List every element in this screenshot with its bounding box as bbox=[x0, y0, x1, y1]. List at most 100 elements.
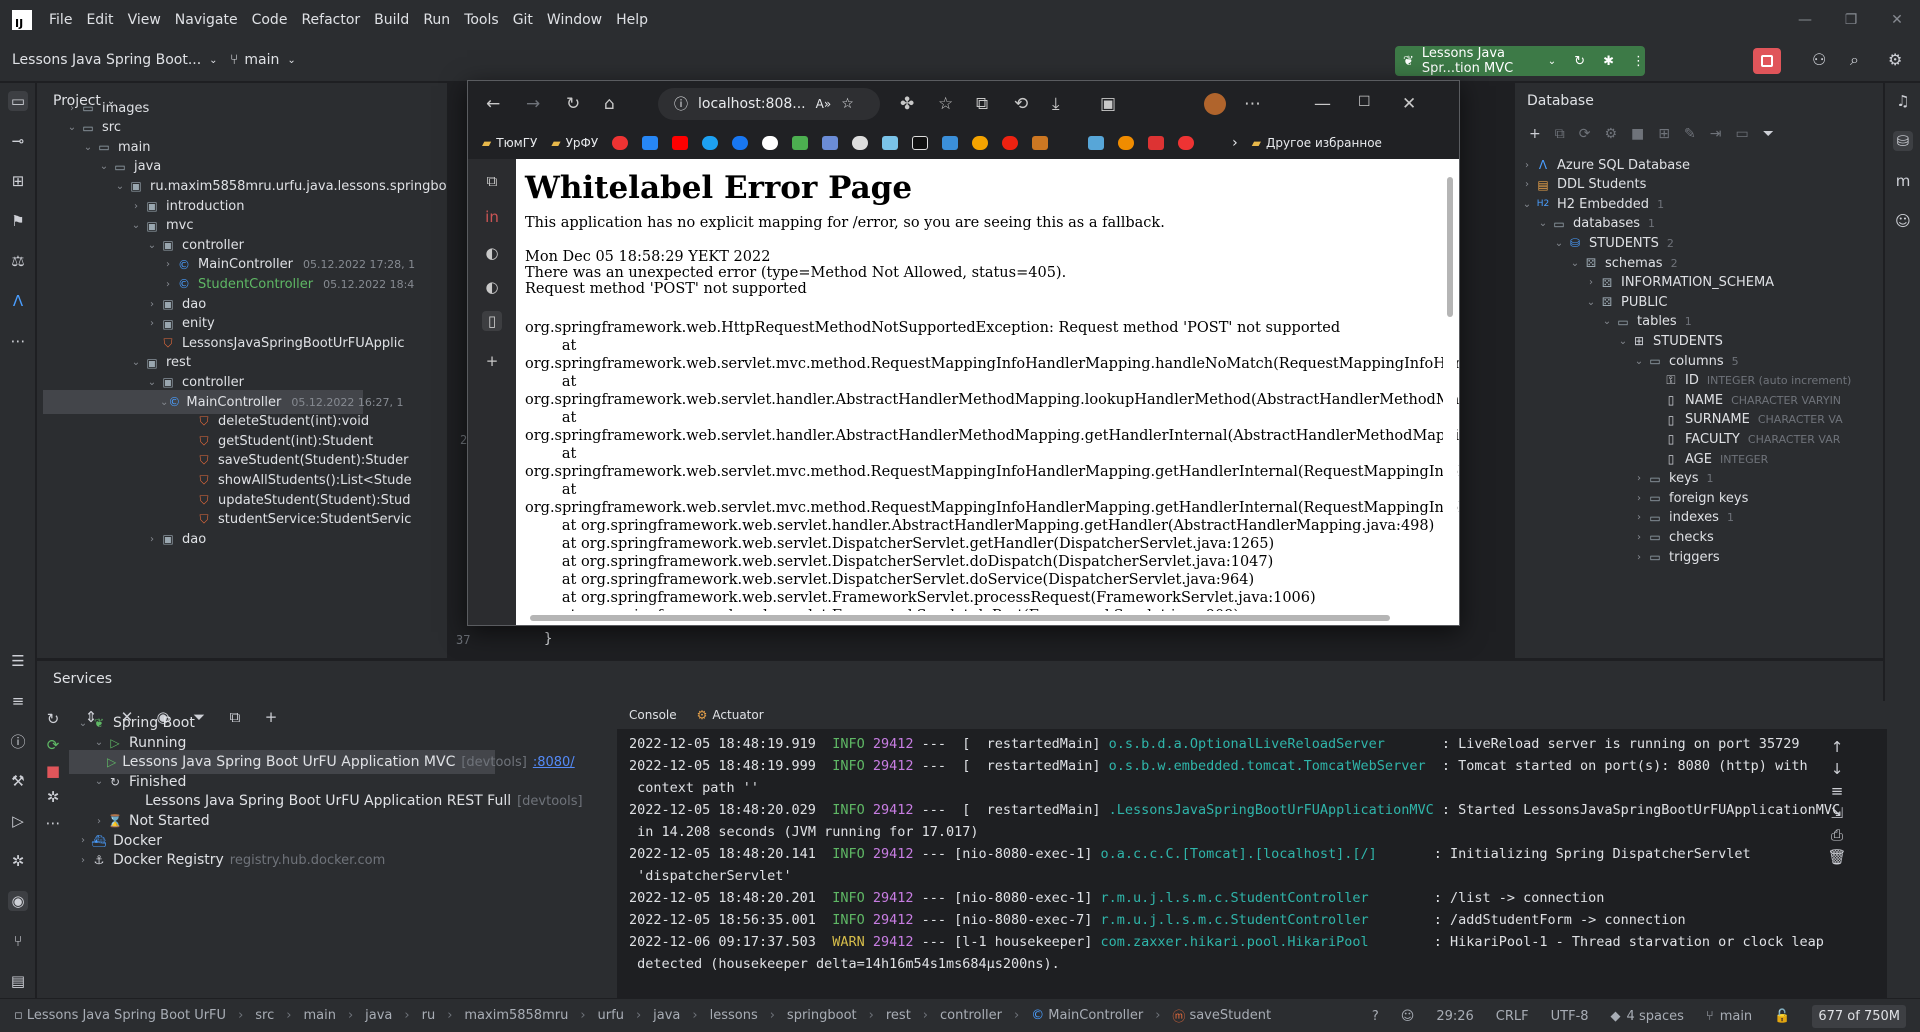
close-icon[interactable]: ✕ bbox=[1402, 94, 1416, 114]
favicon-d-icon[interactable] bbox=[942, 136, 959, 150]
favicon-star-icon[interactable] bbox=[1178, 136, 1195, 150]
favicon-docs-icon[interactable] bbox=[822, 136, 839, 150]
breadcrumb-item[interactable]: main bbox=[303, 1008, 335, 1023]
favicon-facebook-icon[interactable] bbox=[732, 136, 749, 150]
breadcrumb-item[interactable]: maxim5858mru bbox=[464, 1008, 568, 1023]
debug-tool-icon[interactable]: ✲ bbox=[8, 851, 28, 871]
tab-console[interactable]: Console bbox=[629, 708, 677, 722]
menu-tools[interactable]: Tools bbox=[464, 12, 499, 28]
add-tab-icon[interactable]: + bbox=[482, 351, 502, 371]
screenshot-icon[interactable]: ▣ bbox=[1100, 94, 1116, 114]
structure-icon[interactable]: ⊞ bbox=[8, 171, 28, 191]
favicon-gift-icon[interactable] bbox=[1148, 136, 1165, 150]
close-icon[interactable]: ✕ bbox=[1874, 0, 1920, 40]
caret-position[interactable]: 29:26 bbox=[1436, 1009, 1473, 1024]
read-aloud-icon[interactable]: A» bbox=[816, 97, 832, 111]
breadcrumb-item[interactable]: src bbox=[255, 1008, 274, 1023]
indent-setting[interactable]: ◆ 4 spaces bbox=[1611, 1009, 1684, 1024]
jump-icon[interactable]: ⇥ bbox=[1710, 126, 1722, 142]
vertical-scrollbar[interactable] bbox=[1443, 159, 1457, 625]
menu-code[interactable]: Code bbox=[252, 12, 288, 28]
learn-icon[interactable]: ⚖ bbox=[8, 251, 28, 271]
lock-icon[interactable]: 🔓 bbox=[1774, 1009, 1790, 1024]
breadcrumb-item[interactable]: springboot bbox=[787, 1008, 857, 1023]
restore-icon[interactable]: ❐ bbox=[1828, 0, 1874, 40]
menu-refactor[interactable]: Refactor bbox=[301, 12, 360, 28]
minimize-icon[interactable]: — bbox=[1782, 0, 1828, 40]
db-tree-item[interactable]: › ▭ triggers bbox=[1631, 545, 1720, 569]
git-tool-icon[interactable]: ⑂ bbox=[8, 931, 28, 951]
gear-icon[interactable]: ⚙ bbox=[1888, 50, 1902, 69]
table-icon[interactable]: ⊞ bbox=[1658, 126, 1670, 142]
service-tree-item[interactable]: › ⚓ Docker Registry registry.hub.docker.com bbox=[75, 848, 385, 872]
console-log[interactable]: 2022-12-05 18:48:19.919 INFO 29412 --- [… bbox=[629, 733, 1840, 975]
menu-file[interactable]: File bbox=[49, 12, 72, 28]
scroll-to-end-icon[interactable]: ⇲ bbox=[1827, 803, 1847, 823]
rerun-icon[interactable]: ↻ bbox=[43, 709, 63, 729]
info-icon[interactable]: ⓘ bbox=[674, 94, 688, 114]
github-icon[interactable]: ◐ bbox=[482, 277, 502, 297]
copilot-status-icon[interactable]: ☺ bbox=[1401, 1009, 1415, 1024]
build-icon[interactable]: ⚒ bbox=[8, 771, 28, 791]
menu-view[interactable]: View bbox=[128, 12, 161, 28]
properties-icon[interactable]: ⚙ bbox=[1604, 126, 1617, 142]
rerun-icon[interactable]: ↻ bbox=[1574, 54, 1585, 69]
breadcrumb-item[interactable]: java bbox=[653, 1008, 680, 1023]
copy-icon[interactable]: ⧉ bbox=[1555, 126, 1565, 142]
menu-git[interactable]: Git bbox=[513, 12, 533, 28]
favicon-cloud-icon[interactable] bbox=[1088, 136, 1105, 150]
project-tree-item[interactable]: › ▣ dao bbox=[144, 527, 206, 551]
reload-icon[interactable]: ↻ bbox=[566, 94, 580, 114]
menu-navigate[interactable]: Navigate bbox=[175, 12, 238, 28]
project-selector[interactable]: Lessons Java Spring Boot... ⌄ bbox=[12, 52, 218, 68]
minimize-icon[interactable]: — bbox=[1314, 94, 1331, 114]
menu-run[interactable]: Run bbox=[423, 12, 450, 28]
print-icon[interactable]: ⎙ bbox=[1827, 825, 1847, 845]
favorite-folder-urfu[interactable]: ▰ УрФУ bbox=[551, 136, 598, 150]
clear-icon[interactable]: 🗑 bbox=[1827, 847, 1847, 867]
favicon-play-icon[interactable] bbox=[1002, 136, 1019, 150]
avatar[interactable] bbox=[1204, 93, 1226, 115]
favicon-yandex-icon[interactable] bbox=[612, 136, 629, 150]
favicon-orange-icon[interactable] bbox=[972, 136, 989, 150]
stop-button[interactable] bbox=[1753, 48, 1781, 74]
history-icon[interactable]: ⟲ bbox=[1014, 94, 1028, 114]
github-icon[interactable]: ◐ bbox=[482, 243, 502, 263]
debug-icon[interactable]: ✲ bbox=[43, 787, 63, 807]
downloads-icon[interactable]: ⤓ bbox=[1052, 94, 1060, 114]
stop-icon[interactable]: ■ bbox=[43, 761, 63, 781]
tab-actuator[interactable]: ⚙ Actuator bbox=[697, 708, 764, 722]
more-icon[interactable]: ⋯ bbox=[1244, 94, 1261, 114]
other-favorites-folder[interactable]: ▰ Другое избранное bbox=[1252, 136, 1382, 150]
git-branch-status[interactable]: ⑂ main bbox=[1706, 1009, 1752, 1024]
favicon-m-icon[interactable] bbox=[912, 136, 929, 150]
breadcrumb-item[interactable]: lessons bbox=[710, 1008, 758, 1023]
service-port-link[interactable]: :8080/ bbox=[533, 755, 575, 770]
chevron-right-icon[interactable]: › bbox=[1232, 135, 1238, 151]
add-icon[interactable]: + bbox=[1529, 126, 1541, 142]
search-icon[interactable]: ⌕ bbox=[1850, 50, 1859, 70]
maven-icon[interactable]: m bbox=[1893, 171, 1913, 191]
back-icon[interactable]: ← bbox=[486, 94, 500, 114]
run-icon[interactable]: ▷ bbox=[8, 811, 28, 831]
edit-icon[interactable]: ✎ bbox=[1684, 126, 1696, 142]
address-bar[interactable]: ⓘ localhost:808... A» ☆ bbox=[658, 88, 880, 120]
favicon-k-icon[interactable] bbox=[1032, 136, 1049, 150]
refresh-icon[interactable]: ⟳ bbox=[1579, 126, 1591, 142]
favicon-youtube-icon[interactable] bbox=[672, 136, 689, 150]
project-tool-icon[interactable]: ▭ bbox=[8, 91, 28, 111]
services-tool-icon[interactable]: ◉ bbox=[8, 891, 28, 911]
problems-icon[interactable]: ⓘ bbox=[8, 731, 28, 751]
menu-build[interactable]: Build bbox=[374, 12, 409, 28]
debug-icon[interactable]: ✱ bbox=[1603, 54, 1614, 69]
linkedin-icon[interactable]: in bbox=[482, 207, 502, 227]
extensions-icon[interactable]: ✤ bbox=[900, 94, 914, 114]
favorites-icon[interactable]: ☆ bbox=[938, 94, 953, 114]
breadcrumb-item[interactable]: ▫ Lessons Java Spring Boot UrFU bbox=[14, 1008, 226, 1023]
run-configuration-selector[interactable]: ❦ Lessons Java Spr...tion MVC ⌄ ↻ ✱ ⋮ bbox=[1395, 46, 1645, 76]
soft-wrap-icon[interactable]: ≡ bbox=[1827, 781, 1847, 801]
maximize-icon[interactable]: ☐ bbox=[1358, 94, 1371, 110]
add-favorite-icon[interactable]: ☆ bbox=[841, 96, 854, 112]
commit-icon[interactable]: ⊸ bbox=[8, 131, 28, 151]
help-icon[interactable]: ? bbox=[1372, 1009, 1379, 1024]
